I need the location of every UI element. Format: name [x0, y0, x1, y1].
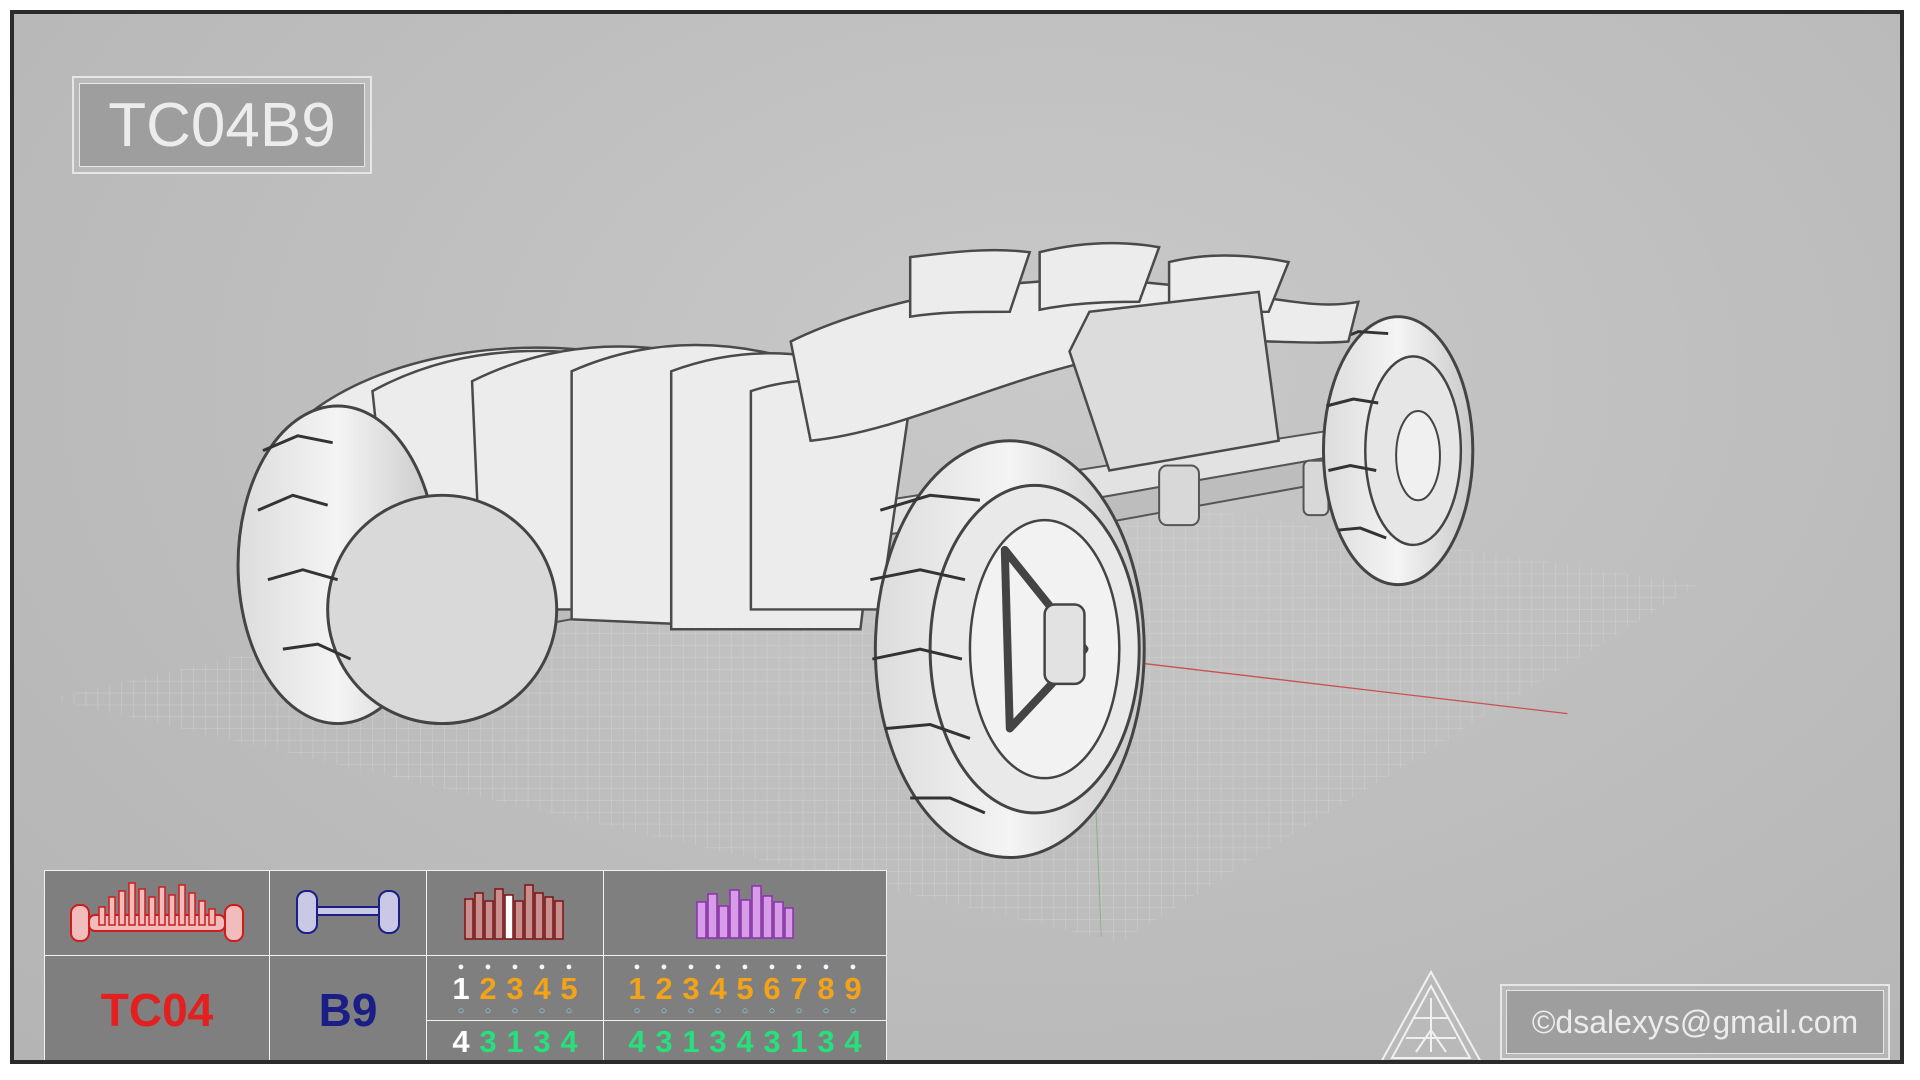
set-b-cell: ● ● ● ● ● ● ● ● ● 1 2 3 4 5 6 7 8 9 ○ ○ ○ ○ ○ ○ ○ ○ ○ — [603, 955, 887, 1060]
set-a-count: 4 — [452, 1024, 470, 1059]
set-a-counts: 4 3 1 3 4 — [427, 1020, 603, 1060]
set-a-digit: 5 — [560, 971, 578, 1006]
title-box: TC04B9 — [72, 76, 372, 174]
set-b-digit: 9 — [844, 971, 862, 1006]
model-title: TC04B9 — [79, 83, 365, 167]
set-a-dots: ● ● ● ● ● — [457, 961, 573, 973]
set-b-digit: 5 — [736, 971, 754, 1006]
set-a-digit: 4 — [533, 971, 551, 1006]
purple-chart-cell — [603, 870, 887, 956]
render-frame: TC04B9 TC04 B9 ● ● ● ● ● 1 2 3 4 5 ○ ○ ○… — [10, 10, 1904, 1064]
set-a-digit: 3 — [506, 971, 524, 1006]
set-a-cell: ● ● ● ● ● 1 2 3 4 5 ○ ○ ○ ○ ○ 4 3 1 3 4 — [426, 955, 604, 1060]
axle-icon — [296, 889, 400, 934]
set-a-rings: ○ ○ ○ ○ ○ — [457, 1005, 573, 1017]
body-profile-cell — [44, 870, 270, 956]
set-b-digit: 4 — [709, 971, 727, 1006]
body-profile-icon — [70, 881, 244, 942]
set-b-rings: ○ ○ ○ ○ ○ ○ ○ ○ ○ — [633, 1005, 857, 1017]
purple-bar-chart-icon — [696, 884, 794, 939]
contact-box: ©dsalexys@gmail.com — [1500, 984, 1890, 1060]
set-b-digit: 1 — [628, 971, 646, 1006]
axle-code: B9 — [269, 955, 427, 1060]
set-b-count: 1 — [790, 1024, 808, 1059]
set-b-count: 4 — [628, 1024, 646, 1059]
set-b-counts: 4 3 1 3 4 3 1 3 4 — [604, 1020, 886, 1060]
set-a-count: 1 — [506, 1024, 524, 1059]
set-b-count: 4 — [844, 1024, 862, 1059]
set-b-digit: 8 — [817, 971, 835, 1006]
triangle-logo-icon — [1381, 969, 1481, 1060]
set-a-digit: 1 — [452, 971, 470, 1006]
set-b-dots: ● ● ● ● ● ● ● ● ● — [633, 961, 857, 973]
set-a-digits: 1 2 3 4 5 — [427, 972, 603, 1006]
set-b-count: 3 — [709, 1024, 727, 1059]
body-code: TC04 — [44, 955, 270, 1060]
set-b-count: 3 — [655, 1024, 673, 1059]
set-b-digit: 7 — [790, 971, 808, 1006]
bar-chart-icon — [464, 883, 564, 940]
set-b-count: 3 — [817, 1024, 835, 1059]
set-a-count: 3 — [479, 1024, 497, 1059]
wheel-rear-right — [1321, 315, 1475, 587]
set-b-count: 1 — [682, 1024, 700, 1059]
set-b-digit: 6 — [763, 971, 781, 1006]
bar-chart-cell — [426, 870, 604, 956]
set-a-digit: 2 — [479, 971, 497, 1006]
set-b-digit: 2 — [655, 971, 673, 1006]
set-b-count: 3 — [763, 1024, 781, 1059]
set-b-digits: 1 2 3 4 5 6 7 8 9 — [604, 972, 886, 1006]
axle-cell — [269, 870, 427, 956]
set-b-count: 4 — [736, 1024, 754, 1059]
spec-table: TC04 B9 ● ● ● ● ● 1 2 3 4 5 ○ ○ ○ ○ ○ 4 3 — [44, 870, 887, 1060]
set-b-digit: 3 — [682, 971, 700, 1006]
set-a-count: 4 — [560, 1024, 578, 1059]
contact-email: ©dsalexys@gmail.com — [1506, 990, 1884, 1054]
set-a-count: 3 — [533, 1024, 551, 1059]
